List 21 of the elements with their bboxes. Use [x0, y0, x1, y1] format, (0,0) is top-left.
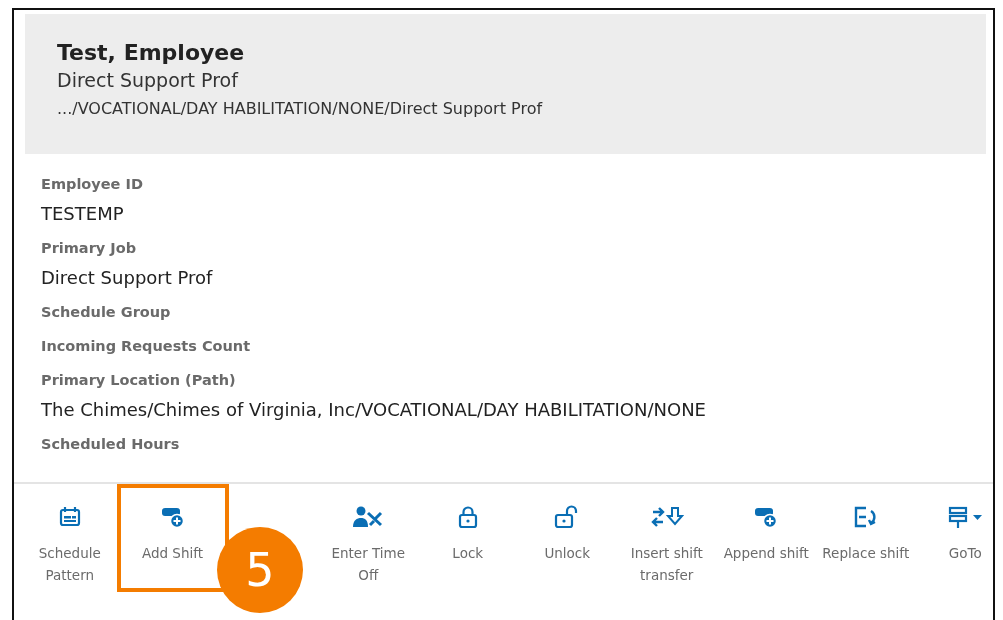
field-label: Scheduled Hours	[41, 435, 181, 454]
field-value: The Chimes/Chimes of Virginia, Inc/VOCATIONAL/DAY HABILITATION/NONE	[41, 398, 707, 422]
field-label: Primary Location (Path)	[41, 371, 237, 390]
toolbar-button[interactable]: Append shift	[716, 484, 816, 592]
step-number-badge: 5	[217, 527, 303, 613]
toolbar-button[interactable]: Unlock	[517, 484, 617, 592]
toolbar-button[interactable]: GoTo	[915, 484, 1003, 592]
field-label: Schedule Group	[41, 303, 172, 322]
employee-name: Test, Employee	[57, 40, 246, 65]
toolbar-button[interactable]: Insert shift transfer	[617, 484, 717, 592]
job-title: Direct Support Prof	[57, 69, 240, 91]
field-value: Direct Support Prof	[41, 266, 214, 290]
field-label: Incoming Requests Count	[41, 337, 252, 356]
field-label: Primary Job	[41, 239, 138, 258]
toolbar-button[interactable]: Replace shift	[816, 484, 916, 592]
job-path: .../VOCATIONAL/DAY HABILITATION/NONE/Direct Support Prof	[57, 99, 544, 118]
signpost-icon	[947, 504, 984, 530]
toolbar-button[interactable]: Enter Time Off	[318, 484, 418, 592]
toolbar-button[interactable]: Lock	[418, 484, 518, 592]
field-value: TESTEMP	[41, 202, 125, 226]
field-label: Employee ID	[41, 175, 144, 194]
